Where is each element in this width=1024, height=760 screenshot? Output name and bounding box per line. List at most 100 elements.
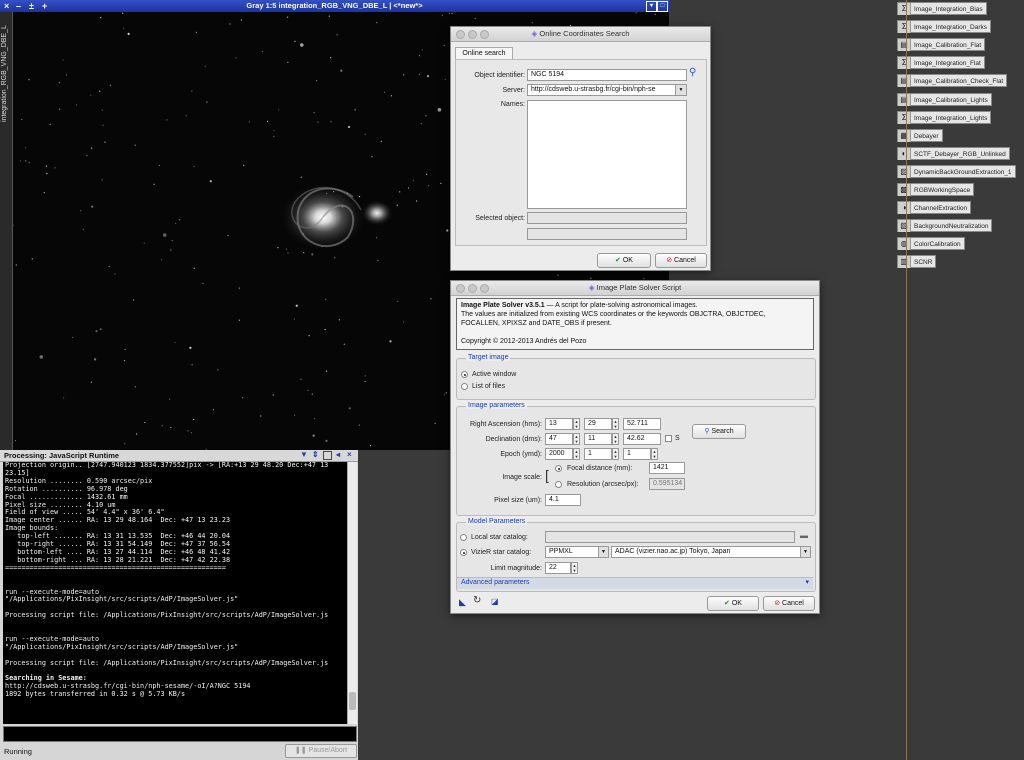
list-of-files-radio[interactable] — [461, 383, 468, 390]
channel-icon: ◑ — [898, 202, 911, 215]
process-icon[interactable]: ◐ SCTF_Debayer_RGB_Unlinked — [897, 146, 1010, 160]
local-catalog-radio[interactable] — [460, 534, 467, 541]
solver-info-text: — A script for plate-solving astronomica… — [544, 302, 698, 309]
focal-distance-radio[interactable] — [555, 465, 562, 472]
close-icon[interactable]: × — [347, 450, 352, 459]
focal-distance-input[interactable]: 1421 — [649, 462, 685, 474]
chevron-down-icon[interactable]: ▼ — [800, 547, 810, 557]
limit-magnitude-spinner[interactable]: ▲ ▼ — [571, 562, 578, 574]
online-coordinates-dialog[interactable]: ◈ Online Coordinates Search Online searc… — [450, 26, 711, 271]
reset-icon[interactable]: ↻ — [473, 595, 481, 606]
dock-icon[interactable]: ⇕ — [312, 450, 319, 459]
coords-dialog-titlebar[interactable]: ◈ Online Coordinates Search — [451, 27, 710, 42]
image-side-tab[interactable]: integration_RGB_VNG_DBE_L — [0, 12, 13, 450]
minimize-dot-icon[interactable] — [468, 284, 477, 293]
process-icon[interactable]: ▤ Image_Calibration_Check_Flat — [897, 74, 1008, 88]
process-icon[interactable]: ▤ Image_Calibration_Lights — [897, 92, 992, 106]
console-searching-label: Searching in Sesame: — [5, 674, 87, 683]
plate-solver-dialog[interactable]: ◈ Image Plate Solver Script Image Plate … — [450, 280, 820, 614]
process-icon[interactable]: Σ Image_Integration_Lights — [897, 110, 992, 124]
search-button[interactable]: ⚲ Search — [692, 424, 746, 439]
solver-ok-button[interactable]: ✔ OK — [707, 596, 759, 611]
pixel-size-input[interactable]: 4.1 — [545, 494, 581, 506]
process-icon-label: Image_Calibration_Lights — [914, 96, 988, 104]
image-window-titlebar[interactable]: × – ± + Gray 1:5 integration_RGB_VNG_DBE… — [0, 0, 669, 12]
process-icon[interactable]: ◍ ColorCalibration — [897, 237, 965, 251]
calibration-icon: ▤ — [898, 39, 911, 52]
dec-seconds[interactable]: 42.62 — [623, 433, 661, 445]
new-instance-icon[interactable]: ◣ — [459, 597, 466, 608]
dec-degrees[interactable]: 47 — [545, 433, 573, 445]
ok-button[interactable]: ✔ OK — [597, 253, 651, 268]
epoch-year[interactable]: 2000 — [545, 448, 573, 460]
console-scrollbar[interactable] — [347, 462, 357, 724]
workspace-divider — [906, 0, 907, 760]
dec-minutes[interactable]: 11 — [584, 433, 612, 445]
console-input[interactable] — [3, 726, 357, 742]
server-select[interactable]: http://cdsweb.u-strasbg.fr/cgi-bin/nph-s… — [527, 84, 687, 96]
pause-abort-button[interactable]: ❚❚ Pause/Abort — [285, 744, 357, 758]
limit-magnitude-input[interactable]: 22 — [545, 562, 571, 574]
epoch-month-spinner[interactable]: ▲ ▼ — [612, 448, 619, 460]
pin-icon[interactable]: ◂ — [336, 450, 340, 459]
process-icon[interactable]: Σ Image_Integration_Darks — [897, 20, 991, 34]
ra-hours[interactable]: 13 — [545, 418, 573, 430]
vizier-mirror-value: ADAC (vizier.nao.ac.jp) Tokyo, Japan — [615, 548, 731, 555]
ra-minutes-spinner[interactable]: ▲ ▼ — [612, 418, 619, 430]
close-dot-icon[interactable] — [456, 30, 465, 39]
console-output[interactable]: Projection origin.. [2747.940123 1834.37… — [3, 462, 348, 724]
process-icon[interactable]: Σ Image_Integration_Bias — [897, 2, 987, 15]
advanced-parameters-toggle[interactable]: Advanced parameters ▾ — [457, 577, 813, 589]
process-icon[interactable]: ▤ Image_Calibration_Flat — [897, 38, 986, 52]
ra-hours-spinner[interactable]: ▲ ▼ — [573, 418, 580, 430]
float-icon[interactable] — [323, 451, 332, 460]
sigma-icon: Σ — [898, 111, 911, 124]
epoch-day[interactable]: 1 — [623, 448, 651, 460]
active-window-radio[interactable] — [461, 371, 468, 378]
process-icon[interactable]: ▧ BackgroundNeutralization — [897, 219, 993, 233]
process-console[interactable]: Processing: JavaScript Runtime ▼ ⇕ ◂ × P… — [0, 450, 358, 760]
catalog-select[interactable]: PPMXL ▼ — [545, 546, 609, 558]
solver-titlebar[interactable]: ◈ Image Plate Solver Script — [451, 281, 819, 296]
south-checkbox[interactable] — [665, 435, 672, 442]
ra-seconds[interactable]: 52.711 — [623, 418, 661, 430]
scrollbar-thumb[interactable] — [349, 692, 356, 710]
search-icon[interactable]: ⚲ — [689, 67, 696, 78]
process-icon[interactable]: ▨ DynamicBackGroundExtraction_1 — [897, 164, 1016, 178]
collapse-icon[interactable]: ▼ — [300, 450, 308, 459]
dec-minutes-spinner[interactable]: ▲ ▼ — [612, 433, 619, 445]
vizier-catalog-radio[interactable] — [460, 549, 467, 556]
process-icon-label: Image_Integration_Bias — [914, 6, 983, 13]
epoch-year-spinner[interactable]: ▲ ▼ — [573, 448, 580, 460]
process-icon[interactable]: ◑ ChannelExtraction — [897, 201, 972, 215]
vizier-mirror-select[interactable]: ADAC (vizier.nao.ac.jp) Tokyo, Japan ▼ — [611, 546, 811, 558]
close-dot-icon[interactable] — [456, 284, 465, 293]
epoch-month[interactable]: 1 — [584, 448, 612, 460]
process-icon[interactable]: ▥ SCNR — [897, 255, 937, 269]
minimize-dot-icon[interactable] — [468, 30, 477, 39]
process-icon[interactable]: ▦ Debayer — [897, 128, 943, 142]
chevron-down-icon[interactable]: ▼ — [598, 547, 608, 557]
process-icon[interactable]: ▩ RGBWorkingSpace — [897, 183, 975, 196]
solver-cancel-button[interactable]: ⊘ Cancel — [763, 596, 815, 611]
folder-icon[interactable]: ▬ — [800, 531, 808, 540]
console-titlebar[interactable]: Processing: JavaScript Runtime ▼ ⇕ ◂ × — [0, 450, 358, 462]
epoch-day-spinner[interactable]: ▲ ▼ — [651, 448, 658, 460]
model-parameters-heading: Model Parameters — [466, 518, 528, 525]
pause-icon: ❚❚ — [294, 747, 309, 754]
maximize-icon[interactable]: □ — [657, 1, 668, 12]
process-icon[interactable]: Σ Image_Integration_Flat — [897, 56, 985, 70]
zoom-dot-icon[interactable] — [480, 284, 489, 293]
chevron-down-icon[interactable]: ▼ — [675, 85, 686, 95]
documentation-icon[interactable]: ◪ — [491, 597, 499, 606]
console-log: Projection origin.. [2747.940123 1834.37… — [5, 462, 329, 667]
object-identifier-input[interactable]: NGC 5194 — [527, 69, 687, 81]
dec-degrees-spinner[interactable]: ▲ ▼ — [573, 433, 580, 445]
zoom-dot-icon[interactable] — [480, 30, 489, 39]
rgb-icon: ▩ — [898, 184, 911, 196]
ra-minutes[interactable]: 29 — [584, 418, 612, 430]
cancel-button[interactable]: ⊘ Cancel — [655, 253, 707, 268]
shade-icon[interactable]: ▾ — [646, 1, 657, 12]
names-list[interactable] — [527, 100, 687, 209]
resolution-radio[interactable] — [555, 481, 562, 488]
